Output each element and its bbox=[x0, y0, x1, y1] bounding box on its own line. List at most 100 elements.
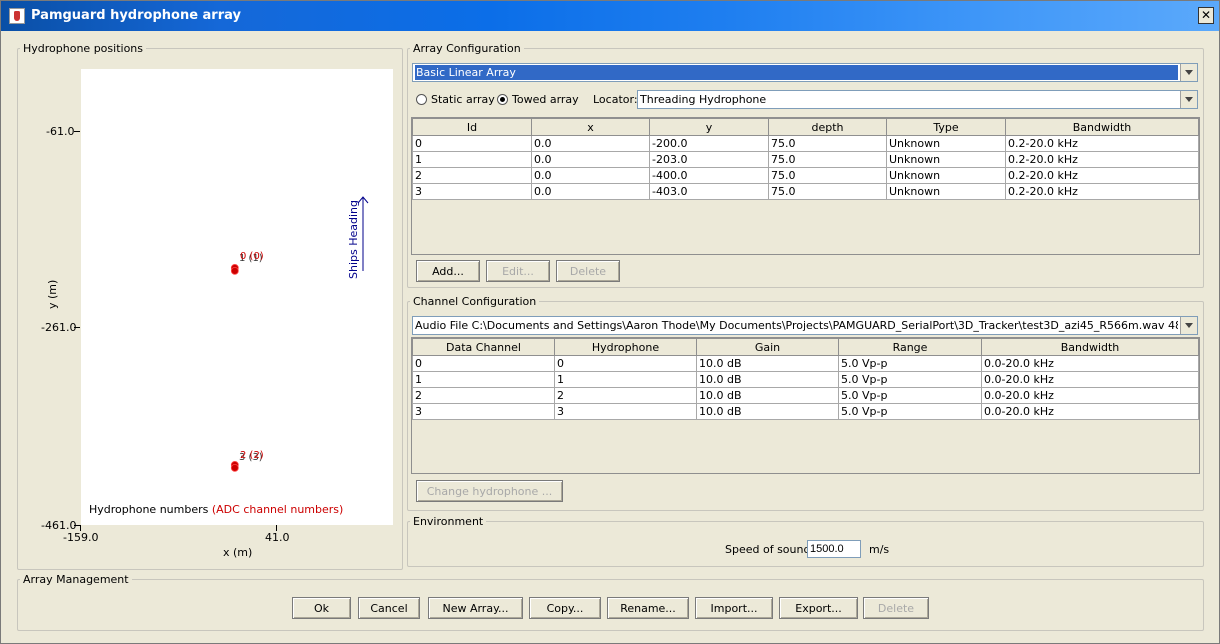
table-cell: 75.0 bbox=[768, 183, 887, 200]
table-row[interactable]: 0 0.0 -200.0 75.0 Unknown 0.2-20.0 kHz bbox=[412, 135, 1199, 152]
audio-source-select[interactable]: Audio File C:\Documents and Settings\Aar… bbox=[412, 316, 1198, 335]
table-cell: 10.0 dB bbox=[696, 355, 839, 372]
table-cell: 2 bbox=[412, 387, 555, 404]
chevron-down-icon[interactable] bbox=[1180, 317, 1197, 334]
hydrophone-plot[interactable]: Ships Heading 1 (1) 0 (0) 3 (3) 2 (2) Hy… bbox=[81, 69, 393, 525]
table-cell: 0.0-20.0 kHz bbox=[981, 403, 1199, 420]
column-header-depth[interactable]: depth bbox=[768, 118, 887, 136]
y-tick-mark bbox=[74, 327, 80, 328]
x-axis-label: x (m) bbox=[223, 546, 253, 559]
table-row[interactable]: 1 0.0 -203.0 75.0 Unknown 0.2-20.0 kHz bbox=[412, 151, 1199, 168]
towed-array-label: Towed array bbox=[512, 93, 579, 106]
table-cell: 3 bbox=[554, 403, 697, 420]
table-cell: 3 bbox=[412, 183, 532, 200]
table-row[interactable]: 3 3 10.0 dB 5.0 Vp-p 0.0-20.0 kHz bbox=[412, 403, 1199, 420]
add-hydrophone-button[interactable]: Add... bbox=[416, 260, 480, 282]
array-select-value: Basic Linear Array bbox=[415, 65, 1178, 80]
table-row[interactable]: 3 0.0 -403.0 75.0 Unknown 0.2-20.0 kHz bbox=[412, 183, 1199, 200]
static-array-radio[interactable] bbox=[416, 94, 427, 105]
delete-hydrophone-button[interactable]: Delete bbox=[556, 260, 620, 282]
ok-button[interactable]: Ok bbox=[292, 597, 351, 619]
array-configuration-legend: Array Configuration bbox=[413, 42, 521, 55]
table-cell: -200.0 bbox=[649, 135, 769, 152]
table-cell: 10.0 dB bbox=[696, 387, 839, 404]
table-cell: Unknown bbox=[886, 151, 1006, 168]
table-cell: -400.0 bbox=[649, 167, 769, 184]
table-cell: 0.2-20.0 kHz bbox=[1005, 167, 1199, 184]
table-cell: Unknown bbox=[886, 135, 1006, 152]
export-array-button[interactable]: Export... bbox=[779, 597, 858, 619]
hydrophone-point-3 bbox=[230, 463, 239, 472]
rename-array-button[interactable]: Rename... bbox=[607, 597, 689, 619]
array-select[interactable]: Basic Linear Array bbox=[412, 63, 1198, 82]
speed-of-sound-input[interactable] bbox=[807, 540, 861, 558]
table-cell: 0.0 bbox=[531, 183, 650, 200]
locator-label: Locator: bbox=[593, 93, 638, 106]
table-cell: -403.0 bbox=[649, 183, 769, 200]
table-cell: 1 bbox=[554, 371, 697, 388]
table-cell: 1 bbox=[412, 151, 532, 168]
column-header-gain[interactable]: Gain bbox=[696, 338, 839, 356]
table-row[interactable]: 0 0 10.0 dB 5.0 Vp-p 0.0-20.0 kHz bbox=[412, 355, 1199, 372]
table-row[interactable]: 1 1 10.0 dB 5.0 Vp-p 0.0-20.0 kHz bbox=[412, 371, 1199, 388]
table-cell: 0.0 bbox=[531, 151, 650, 168]
channel-configuration-legend: Channel Configuration bbox=[413, 295, 537, 308]
table-cell: 5.0 Vp-p bbox=[838, 387, 982, 404]
table-cell: 5.0 Vp-p bbox=[838, 403, 982, 420]
change-hydrophone-button[interactable]: Change hydrophone ... bbox=[416, 480, 563, 502]
ships-heading-label: Ships Heading bbox=[347, 200, 360, 279]
table-cell: 0.2-20.0 kHz bbox=[1005, 183, 1199, 200]
import-array-button[interactable]: Import... bbox=[695, 597, 773, 619]
channel-table-header: Data Channel Hydrophone Gain Range Bandw… bbox=[412, 338, 1199, 356]
chevron-down-icon[interactable] bbox=[1180, 91, 1197, 108]
x-tick-label: 41.0 bbox=[265, 531, 290, 544]
column-header-bandwidth[interactable]: Bandwidth bbox=[981, 338, 1199, 356]
column-header-x[interactable]: x bbox=[531, 118, 650, 136]
hydrophone-table-header: Id x y depth Type Bandwidth bbox=[412, 118, 1199, 136]
column-header-hydrophone[interactable]: Hydrophone bbox=[554, 338, 697, 356]
y-tick-mark bbox=[74, 131, 80, 132]
locator-select[interactable]: Threading Hydrophone bbox=[637, 90, 1198, 109]
table-cell: Unknown bbox=[886, 183, 1006, 200]
hydrophone-label-2: 2 (2) bbox=[240, 450, 264, 461]
table-cell: 0 bbox=[412, 355, 555, 372]
table-cell: -203.0 bbox=[649, 151, 769, 168]
hydrophone-table[interactable]: Id x y depth Type Bandwidth 0 0.0 -200.0… bbox=[412, 118, 1199, 200]
channel-table[interactable]: Data Channel Hydrophone Gain Range Bandw… bbox=[412, 338, 1199, 420]
copy-array-button[interactable]: Copy... bbox=[529, 597, 601, 619]
y-tick-label: -61.0 bbox=[46, 125, 75, 138]
cancel-button[interactable]: Cancel bbox=[358, 597, 420, 619]
column-header-y[interactable]: y bbox=[649, 118, 769, 136]
column-header-data-channel[interactable]: Data Channel bbox=[412, 338, 555, 356]
table-cell: 75.0 bbox=[768, 135, 887, 152]
speed-unit-label: m/s bbox=[869, 543, 890, 556]
table-cell: 10.0 dB bbox=[696, 371, 839, 388]
title-bar[interactable]: Pamguard hydrophone array ✕ bbox=[1, 1, 1219, 31]
chevron-down-icon[interactable] bbox=[1180, 64, 1197, 81]
locator-select-value: Threading Hydrophone bbox=[640, 93, 767, 106]
table-cell: 75.0 bbox=[768, 151, 887, 168]
table-row[interactable]: 2 2 10.0 dB 5.0 Vp-p 0.0-20.0 kHz bbox=[412, 387, 1199, 404]
close-button[interactable]: ✕ bbox=[1198, 7, 1214, 24]
hydrophone-array-dialog: Pamguard hydrophone array ✕ Hydrophone p… bbox=[0, 0, 1220, 644]
column-header-range[interactable]: Range bbox=[838, 338, 982, 356]
speed-of-sound-label: Speed of sound bbox=[725, 543, 811, 556]
table-cell: 0.0-20.0 kHz bbox=[981, 371, 1199, 388]
towed-array-radio[interactable] bbox=[497, 94, 508, 105]
table-cell: 2 bbox=[412, 167, 532, 184]
table-row[interactable]: 2 0.0 -400.0 75.0 Unknown 0.2-20.0 kHz bbox=[412, 167, 1199, 184]
new-array-button[interactable]: New Array... bbox=[428, 597, 523, 619]
table-cell: 2 bbox=[554, 387, 697, 404]
java-app-icon bbox=[9, 8, 25, 24]
column-header-id[interactable]: Id bbox=[412, 118, 532, 136]
table-cell: 0.0 bbox=[531, 135, 650, 152]
column-header-bandwidth[interactable]: Bandwidth bbox=[1005, 118, 1199, 136]
hydrophone-plot-svg bbox=[230, 196, 369, 472]
column-header-type[interactable]: Type bbox=[886, 118, 1006, 136]
hydrophone-label-0: 0 (0) bbox=[240, 251, 264, 262]
edit-hydrophone-button[interactable]: Edit... bbox=[486, 260, 550, 282]
delete-array-button[interactable]: Delete bbox=[863, 597, 929, 619]
table-cell: 0.2-20.0 kHz bbox=[1005, 135, 1199, 152]
table-cell: 0.0-20.0 kHz bbox=[981, 387, 1199, 404]
x-tick-label: -159.0 bbox=[63, 531, 99, 544]
